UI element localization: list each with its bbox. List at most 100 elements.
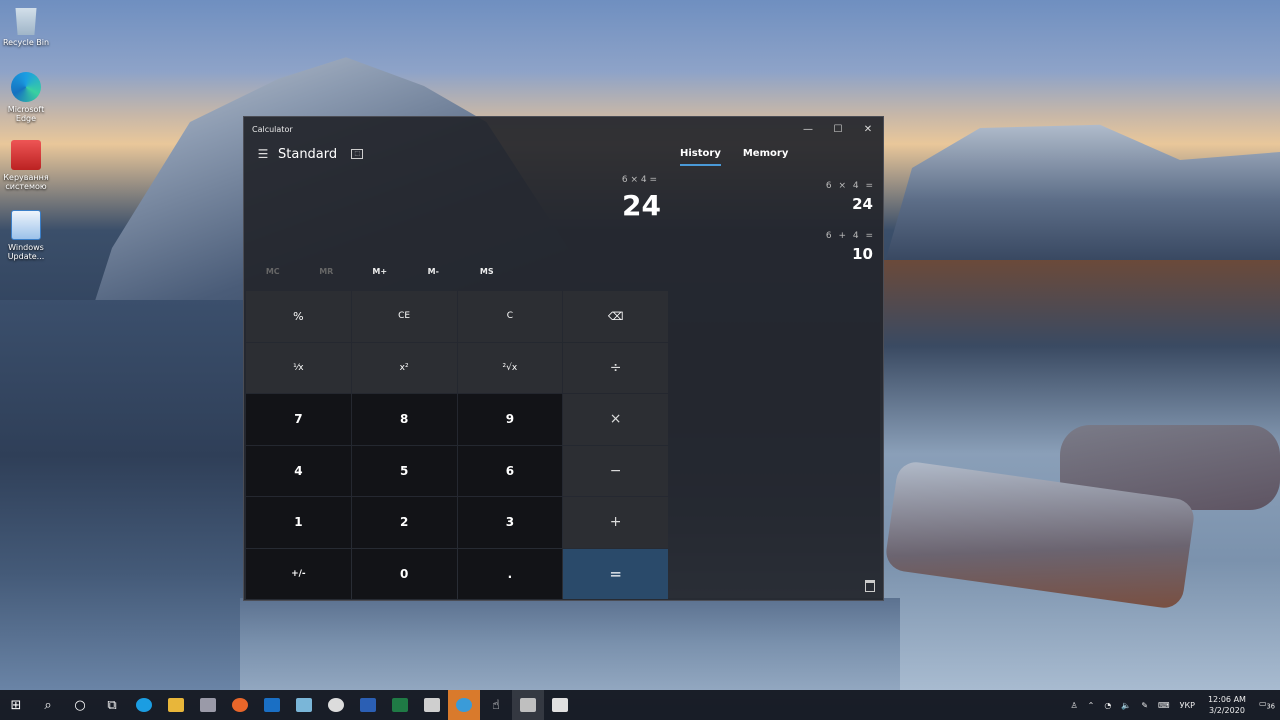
firefox-icon[interactable] (224, 690, 256, 720)
maximize-button[interactable]: ☐ (823, 117, 853, 141)
network-icon[interactable]: ◔ (1099, 701, 1116, 710)
digit-1-button[interactable]: 1 (246, 497, 351, 548)
wallpaper-mountain-right (880, 124, 1280, 280)
memory-subtract-button[interactable]: M- (407, 267, 461, 283)
file-explorer-icon[interactable] (160, 690, 192, 720)
outlook-icon[interactable] (256, 690, 288, 720)
desktop-icon-label: Windows Update... (7, 243, 45, 261)
divide-button[interactable]: ÷ (563, 342, 668, 393)
desktop-icon-label: Керування системою (3, 173, 49, 191)
desktop-icon-edge[interactable]: Microsoft Edge (0, 72, 52, 123)
desktop-icon-windows-update[interactable]: Windows Update... (0, 210, 52, 261)
memory-row: MC MR M+ M- MS (246, 267, 666, 283)
task-view-icon[interactable]: ⧉ (96, 690, 128, 720)
calculator-taskbar-icon[interactable] (512, 690, 544, 720)
wallpaper-ground-bottom (240, 598, 900, 690)
start-windows-icon[interactable]: ⊞ (0, 690, 32, 720)
desktop-icon-recycle-bin[interactable]: Recycle Bin (0, 5, 52, 47)
paint-icon[interactable] (320, 690, 352, 720)
volume-icon[interactable]: 🔈 (1116, 701, 1136, 710)
close-button[interactable]: ✕ (853, 117, 883, 141)
square-button[interactable]: x² (351, 342, 457, 393)
subtract-button[interactable]: − (563, 445, 668, 496)
search-icon[interactable]: ⌕ (32, 690, 64, 720)
windows-update-icon (11, 210, 41, 240)
square-root-button[interactable]: ²√x (457, 342, 563, 393)
telegram-icon[interactable] (448, 690, 480, 720)
language-indicator[interactable]: УКР (1175, 701, 1200, 710)
digit-5-button[interactable]: 5 (351, 445, 457, 496)
memory-recall-button[interactable]: MR (300, 267, 354, 283)
taskbar: ⊞ ⌕ ○ ⧉ ☝ ♙ ⌃ ◔ 🔈 ✎ ⌨ УКР 12:06 AM 3/2/2… (0, 690, 1280, 720)
desktop-icon-label: Recycle Bin (2, 38, 50, 47)
digit-3-button[interactable]: 3 (457, 497, 563, 548)
hamburger-menu-icon[interactable]: ☰ (250, 147, 276, 161)
result-display: 24 (622, 189, 661, 222)
excel-icon[interactable] (384, 690, 416, 720)
expression-display: 6 × 4 = (621, 175, 657, 185)
history-result: 10 (852, 245, 873, 263)
store-icon[interactable] (192, 690, 224, 720)
people-icon[interactable]: ♙ (1066, 701, 1083, 710)
tab-memory[interactable]: Memory (743, 148, 788, 166)
side-panel-tabs: History Memory (680, 148, 788, 166)
desktop-icon-label: Microsoft Edge (7, 105, 45, 123)
negate-button[interactable]: +/- (246, 548, 351, 599)
video-editor-icon[interactable] (544, 690, 576, 720)
word-icon[interactable] (352, 690, 384, 720)
title-bar[interactable]: Calculator — ☐ ✕ (244, 117, 883, 141)
history-list: 6 × 4 = 24 6 + 4 = 10 (673, 181, 873, 281)
memory-add-button[interactable]: M+ (353, 267, 407, 283)
system-tray: ♙ ⌃ ◔ 🔈 ✎ ⌨ УКР 12:06 AM 3/2/2020 ▭36 (1066, 690, 1280, 720)
notification-count: 36 (1266, 702, 1275, 711)
cortana-circle-icon[interactable]: ○ (64, 690, 96, 720)
digit-7-button[interactable]: 7 (246, 394, 351, 445)
clear-button[interactable]: C (457, 291, 563, 342)
touch-hand-icon[interactable]: ☝ (480, 690, 512, 720)
percent-button[interactable]: % (246, 291, 351, 342)
edge-taskbar-icon[interactable] (128, 690, 160, 720)
digit-2-button[interactable]: 2 (351, 497, 457, 548)
desktop-icon-control-panel[interactable]: Керування системою (0, 140, 52, 191)
wallpaper-ground-left (0, 300, 260, 690)
clock-date: 3/2/2020 (1208, 706, 1245, 715)
recycle-bin-icon (15, 8, 37, 35)
notifications-icon[interactable]: ▭36 (1254, 699, 1280, 711)
window-title: Calculator (252, 124, 293, 134)
decimal-button[interactable]: . (457, 548, 563, 599)
digit-4-button[interactable]: 4 (246, 445, 351, 496)
tab-history[interactable]: History (680, 148, 721, 166)
history-expression: 6 + 4 = (825, 231, 873, 241)
equals-button[interactable]: = (563, 548, 668, 599)
terminal-icon[interactable] (416, 690, 448, 720)
show-hidden-icons-chevron-up-icon[interactable]: ⌃ (1083, 701, 1100, 710)
history-item[interactable]: 6 + 4 = 10 (673, 231, 873, 263)
reciprocal-button[interactable]: ⅟x (246, 342, 351, 393)
multiply-button[interactable]: × (563, 394, 668, 445)
clear-entry-button[interactable]: CE (351, 291, 457, 342)
keep-on-top-icon[interactable]: ⬚ (351, 149, 364, 159)
calculator-window: Calculator — ☐ ✕ ☰ Standard ⬚ 6 × 4 = 24… (243, 116, 884, 601)
minimize-button[interactable]: — (793, 117, 823, 141)
add-button[interactable]: + (563, 497, 668, 548)
digit-9-button[interactable]: 9 (457, 394, 563, 445)
history-result: 24 (852, 195, 873, 213)
keyboard-icon[interactable]: ⌨ (1153, 701, 1175, 710)
history-expression: 6 × 4 = (825, 181, 873, 191)
backspace-button[interactable]: ⌫ (563, 291, 668, 342)
digit-6-button[interactable]: 6 (457, 445, 563, 496)
mode-title: Standard (278, 146, 338, 162)
pen-icon[interactable]: ✎ (1136, 701, 1153, 710)
memory-clear-button[interactable]: MC (246, 267, 300, 283)
notepad-icon[interactable] (288, 690, 320, 720)
clock-time: 12:06 AM (1207, 695, 1246, 704)
calculator-header: ☰ Standard ⬚ (244, 143, 664, 165)
clock[interactable]: 12:06 AM 3/2/2020 (1200, 694, 1254, 716)
history-item[interactable]: 6 × 4 = 24 (673, 181, 873, 213)
keypad: % CE C ⌫ ⅟x x² ²√x ÷ 7 8 9 × 4 5 6 − 1 2… (246, 291, 668, 599)
digit-0-button[interactable]: 0 (351, 548, 457, 599)
clear-history-trash-icon[interactable] (865, 580, 875, 592)
memory-store-button[interactable]: MS (460, 267, 514, 283)
digit-8-button[interactable]: 8 (351, 394, 457, 445)
edge-icon (11, 72, 41, 102)
